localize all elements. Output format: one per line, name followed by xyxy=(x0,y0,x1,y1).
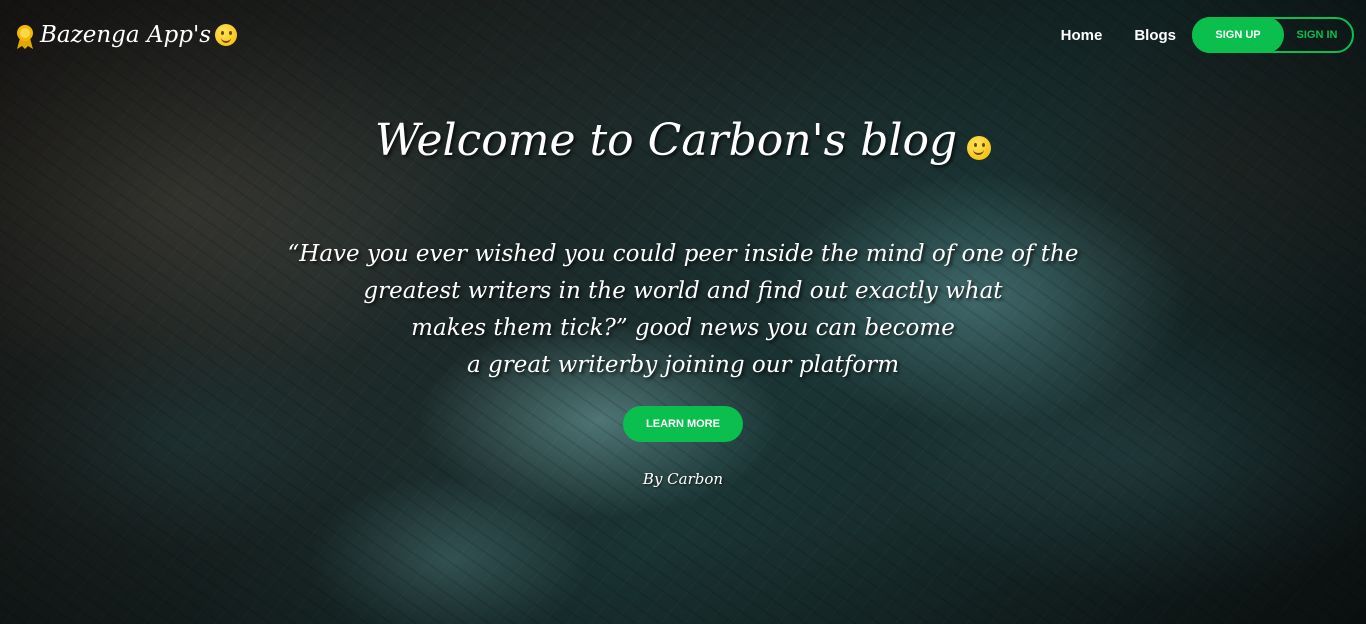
hero-quote-line: makes them tick?” good news you can beco… xyxy=(411,315,955,341)
hero-quote-line: “Have you ever wished you could peer ins… xyxy=(287,241,1079,267)
learn-more-button[interactable]: LEARN MORE xyxy=(623,406,743,442)
hero-title: Welcome to Carbon's blog xyxy=(374,115,992,166)
hero-quote-line: greatest writers in the world and find o… xyxy=(363,278,1003,304)
hero-quote: “Have you ever wished you could peer ins… xyxy=(283,236,1083,384)
brand-name: Bazenga App's xyxy=(40,22,212,48)
auth-button-group: SIGN UP SIGN IN xyxy=(1192,17,1354,53)
hero-section: Welcome to Carbon's blog “Have you ever … xyxy=(0,115,1366,488)
brand-logo[interactable]: Bazenga App's xyxy=(14,22,238,50)
hero-quote-line: a great writerby joining our platform xyxy=(466,352,900,378)
award-badge-icon xyxy=(14,24,36,50)
smiley-face-icon xyxy=(215,24,238,46)
nav-link-blogs[interactable]: Blogs xyxy=(1134,27,1176,44)
navbar: Bazenga App's Home Blogs SIGN UP SIGN IN xyxy=(0,0,1366,70)
smiley-face-icon xyxy=(967,135,992,160)
author-byline: By Carbon xyxy=(642,470,724,488)
nav-link-home[interactable]: Home xyxy=(1061,27,1103,44)
sign-up-button[interactable]: SIGN UP xyxy=(1192,17,1284,53)
sign-in-button[interactable]: SIGN IN xyxy=(1284,19,1350,51)
nav-links: Home Blogs SIGN UP SIGN IN xyxy=(1061,17,1354,53)
hero-title-text: Welcome to Carbon's blog xyxy=(374,115,958,166)
